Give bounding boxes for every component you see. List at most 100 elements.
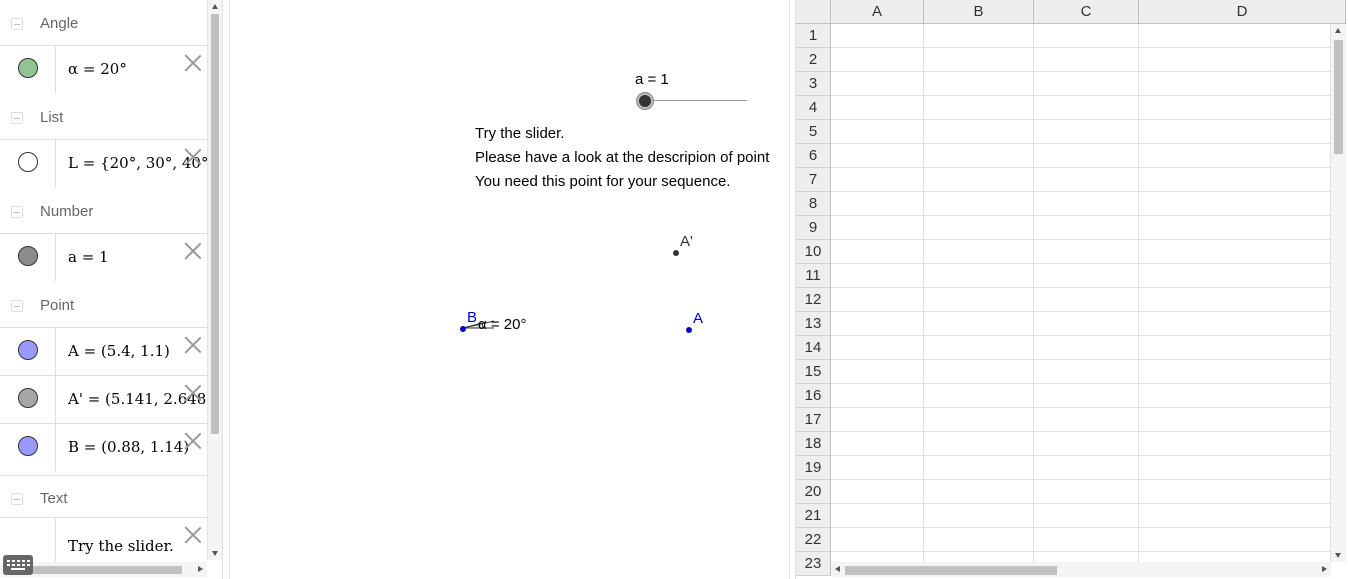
spreadsheet-cell[interactable] xyxy=(1139,240,1331,264)
spreadsheet-cell[interactable] xyxy=(924,144,1034,168)
visibility-marble-icon[interactable] xyxy=(18,246,38,266)
section-list[interactable]: List xyxy=(0,95,207,141)
row-header[interactable]: 15 xyxy=(796,360,831,384)
spreadsheet-cell[interactable] xyxy=(831,192,924,216)
delete-icon[interactable] xyxy=(183,382,203,402)
algebra-item-A-prime[interactable]: A' = (5.141, 2.648 xyxy=(0,375,207,423)
slider-knob[interactable] xyxy=(637,93,653,109)
scrollbar-thumb[interactable] xyxy=(30,566,182,574)
spreadsheet-cell[interactable] xyxy=(831,168,924,192)
spreadsheet-cell[interactable] xyxy=(1034,528,1139,552)
slider-label[interactable]: a = 1 xyxy=(635,71,669,88)
spreadsheet-cell[interactable] xyxy=(924,336,1034,360)
spreadsheet-cell[interactable] xyxy=(924,96,1034,120)
spreadsheet-cell[interactable] xyxy=(1034,336,1139,360)
spreadsheet-cell[interactable] xyxy=(924,384,1034,408)
row-header[interactable]: 12 xyxy=(796,288,831,312)
point-A-prime[interactable] xyxy=(673,250,679,256)
row-header[interactable]: 3 xyxy=(796,72,831,96)
spreadsheet-cell[interactable] xyxy=(924,48,1034,72)
row-header[interactable]: 9 xyxy=(796,216,831,240)
row-header[interactable]: 23 xyxy=(796,552,831,576)
spreadsheet-cell[interactable] xyxy=(924,120,1034,144)
row-header[interactable]: 18 xyxy=(796,432,831,456)
column-header[interactable]: B xyxy=(924,0,1034,24)
delete-icon[interactable] xyxy=(183,240,203,260)
row-header[interactable]: 14 xyxy=(796,336,831,360)
spreadsheet-cell[interactable] xyxy=(831,120,924,144)
spreadsheet-cell[interactable] xyxy=(831,288,924,312)
section-angle[interactable]: Angle xyxy=(0,1,207,47)
spreadsheet-cell[interactable] xyxy=(831,72,924,96)
row-header[interactable]: 16 xyxy=(796,384,831,408)
spreadsheet-cell[interactable] xyxy=(1034,24,1139,48)
text-line[interactable]: You need this point for your sequence. xyxy=(475,173,730,190)
spreadsheet-cell[interactable] xyxy=(1034,168,1139,192)
spreadsheet-cell[interactable] xyxy=(831,432,924,456)
delete-icon[interactable] xyxy=(183,334,203,354)
spreadsheet-cell[interactable] xyxy=(1139,216,1331,240)
row-header[interactable]: 2 xyxy=(796,48,831,72)
row-header[interactable]: 11 xyxy=(796,264,831,288)
spreadsheet-cell[interactable] xyxy=(924,480,1034,504)
visibility-marble-icon[interactable] xyxy=(18,152,38,172)
scrollbar-thumb[interactable] xyxy=(845,566,1057,575)
keyboard-icon[interactable] xyxy=(3,555,33,575)
spreadsheet-cell[interactable] xyxy=(924,264,1034,288)
row-header[interactable]: 10 xyxy=(796,240,831,264)
scroll-down-icon[interactable] xyxy=(212,551,218,556)
section-number[interactable]: Number xyxy=(0,189,207,235)
algebra-expression[interactable]: α = 20° xyxy=(68,60,127,78)
text-line[interactable]: Please have a look at the descripion of … xyxy=(475,149,769,166)
spreadsheet-cell[interactable] xyxy=(1139,528,1331,552)
spreadsheet-cell[interactable] xyxy=(1139,432,1331,456)
spreadsheet-cell[interactable] xyxy=(1034,216,1139,240)
row-header[interactable]: 4 xyxy=(796,96,831,120)
scroll-up-icon[interactable] xyxy=(1335,28,1341,33)
algebra-expression[interactable]: Try the slider. xyxy=(68,537,174,555)
row-header[interactable]: 17 xyxy=(796,408,831,432)
row-header[interactable]: 22 xyxy=(796,528,831,552)
spreadsheet-cell[interactable] xyxy=(924,240,1034,264)
text-line[interactable]: Try the slider. xyxy=(475,125,564,142)
algebra-item-a[interactable]: a = 1 xyxy=(0,233,207,281)
spreadsheet-view[interactable]: A B C D 1 2 3 4 5 6 7 8 9 10 11 12 13 14 15 16 17 18 19 20 2… xyxy=(796,0,1348,579)
spreadsheet-cell[interactable] xyxy=(831,216,924,240)
delete-icon[interactable] xyxy=(183,146,203,166)
spreadsheet-cell[interactable] xyxy=(1139,480,1331,504)
row-header[interactable]: 21 xyxy=(796,504,831,528)
spreadsheet-cell[interactable] xyxy=(831,24,924,48)
algebra-expression[interactable]: A = (5.4, 1.1) xyxy=(68,342,170,360)
spreadsheet-cell[interactable] xyxy=(1034,288,1139,312)
column-header[interactable]: D xyxy=(1139,0,1346,24)
spreadsheet-cell[interactable] xyxy=(1034,504,1139,528)
spreadsheet-cell[interactable] xyxy=(924,312,1034,336)
spreadsheet-cell[interactable] xyxy=(1139,336,1331,360)
spreadsheet-cell[interactable] xyxy=(1034,408,1139,432)
spreadsheet-cell[interactable] xyxy=(1139,192,1331,216)
algebra-vertical-scrollbar[interactable] xyxy=(207,0,222,560)
collapse-icon[interactable] xyxy=(11,112,23,124)
visibility-marble-icon[interactable] xyxy=(18,340,38,360)
row-header[interactable]: 6 xyxy=(796,144,831,168)
row-header[interactable]: 8 xyxy=(796,192,831,216)
spreadsheet-cell[interactable] xyxy=(1139,96,1331,120)
scrollbar-thumb[interactable] xyxy=(1334,40,1343,154)
spreadsheet-cell[interactable] xyxy=(1034,384,1139,408)
slider-track[interactable] xyxy=(645,100,747,101)
spreadsheet-cell[interactable] xyxy=(831,336,924,360)
spreadsheet-cell[interactable] xyxy=(831,408,924,432)
scroll-right-icon[interactable] xyxy=(1322,566,1327,572)
algebra-item-list-L[interactable]: L = {20°, 30°, 40° xyxy=(0,139,208,187)
spreadsheet-cell[interactable] xyxy=(924,432,1034,456)
spreadsheet-cell[interactable] xyxy=(1034,120,1139,144)
spreadsheet-cell[interactable] xyxy=(831,456,924,480)
graphics-view[interactable]: a = 1 Try the slider. Please have a look… xyxy=(230,0,789,579)
section-point[interactable]: Point xyxy=(0,283,207,329)
spreadsheet-cell[interactable] xyxy=(1034,192,1139,216)
spreadsheet-cell[interactable] xyxy=(1139,264,1331,288)
spreadsheet-cell[interactable] xyxy=(831,528,924,552)
spreadsheet-cell[interactable] xyxy=(924,504,1034,528)
spreadsheet-cell[interactable] xyxy=(831,264,924,288)
spreadsheet-cell[interactable] xyxy=(1139,72,1331,96)
